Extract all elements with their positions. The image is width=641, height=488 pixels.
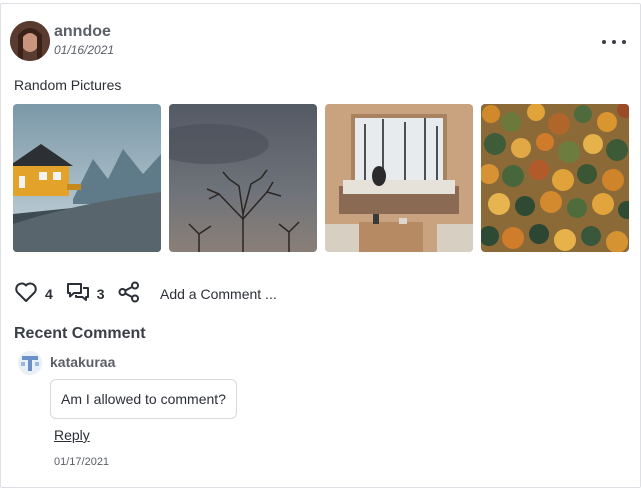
comment-date: 01/17/2021 bbox=[54, 456, 110, 468]
recent-comment-heading: Recent Comment bbox=[14, 325, 146, 342]
add-comment-link[interactable]: Add a Comment ... bbox=[160, 286, 277, 302]
comment-count: 3 bbox=[96, 286, 105, 302]
comment-icon bbox=[66, 281, 90, 308]
reply-link[interactable]: Reply bbox=[54, 427, 90, 443]
more-options-button[interactable] bbox=[602, 34, 626, 50]
post-image-forest[interactable] bbox=[481, 104, 629, 252]
post-card: anndoe 01/16/2021 Random Pictures 4 3 Ad… bbox=[0, 3, 641, 488]
post-date: 01/16/2021 bbox=[54, 43, 115, 57]
post-author[interactable]: anndoe bbox=[54, 23, 111, 41]
commenter-avatar[interactable] bbox=[18, 351, 42, 375]
commenter-name[interactable]: katakuraa bbox=[50, 354, 115, 370]
post-image-cabin[interactable] bbox=[325, 104, 473, 252]
like-count: 4 bbox=[45, 286, 53, 302]
post-caption: Random Pictures bbox=[14, 77, 122, 93]
post-image-tree[interactable] bbox=[169, 104, 317, 252]
share-icon bbox=[118, 281, 140, 308]
comments-button[interactable]: 3 bbox=[66, 281, 105, 308]
more-dot bbox=[602, 40, 606, 44]
post-image-house[interactable] bbox=[13, 104, 161, 252]
more-dot bbox=[622, 40, 626, 44]
more-dot bbox=[612, 40, 616, 44]
heart-icon bbox=[14, 281, 38, 308]
post-actions: 4 3 bbox=[14, 281, 140, 308]
comment-text: Am I allowed to comment? bbox=[61, 391, 226, 407]
comment-bubble: Am I allowed to comment? bbox=[50, 379, 237, 419]
like-button[interactable]: 4 bbox=[14, 281, 53, 308]
author-avatar[interactable] bbox=[10, 21, 50, 61]
share-button[interactable] bbox=[118, 281, 140, 308]
